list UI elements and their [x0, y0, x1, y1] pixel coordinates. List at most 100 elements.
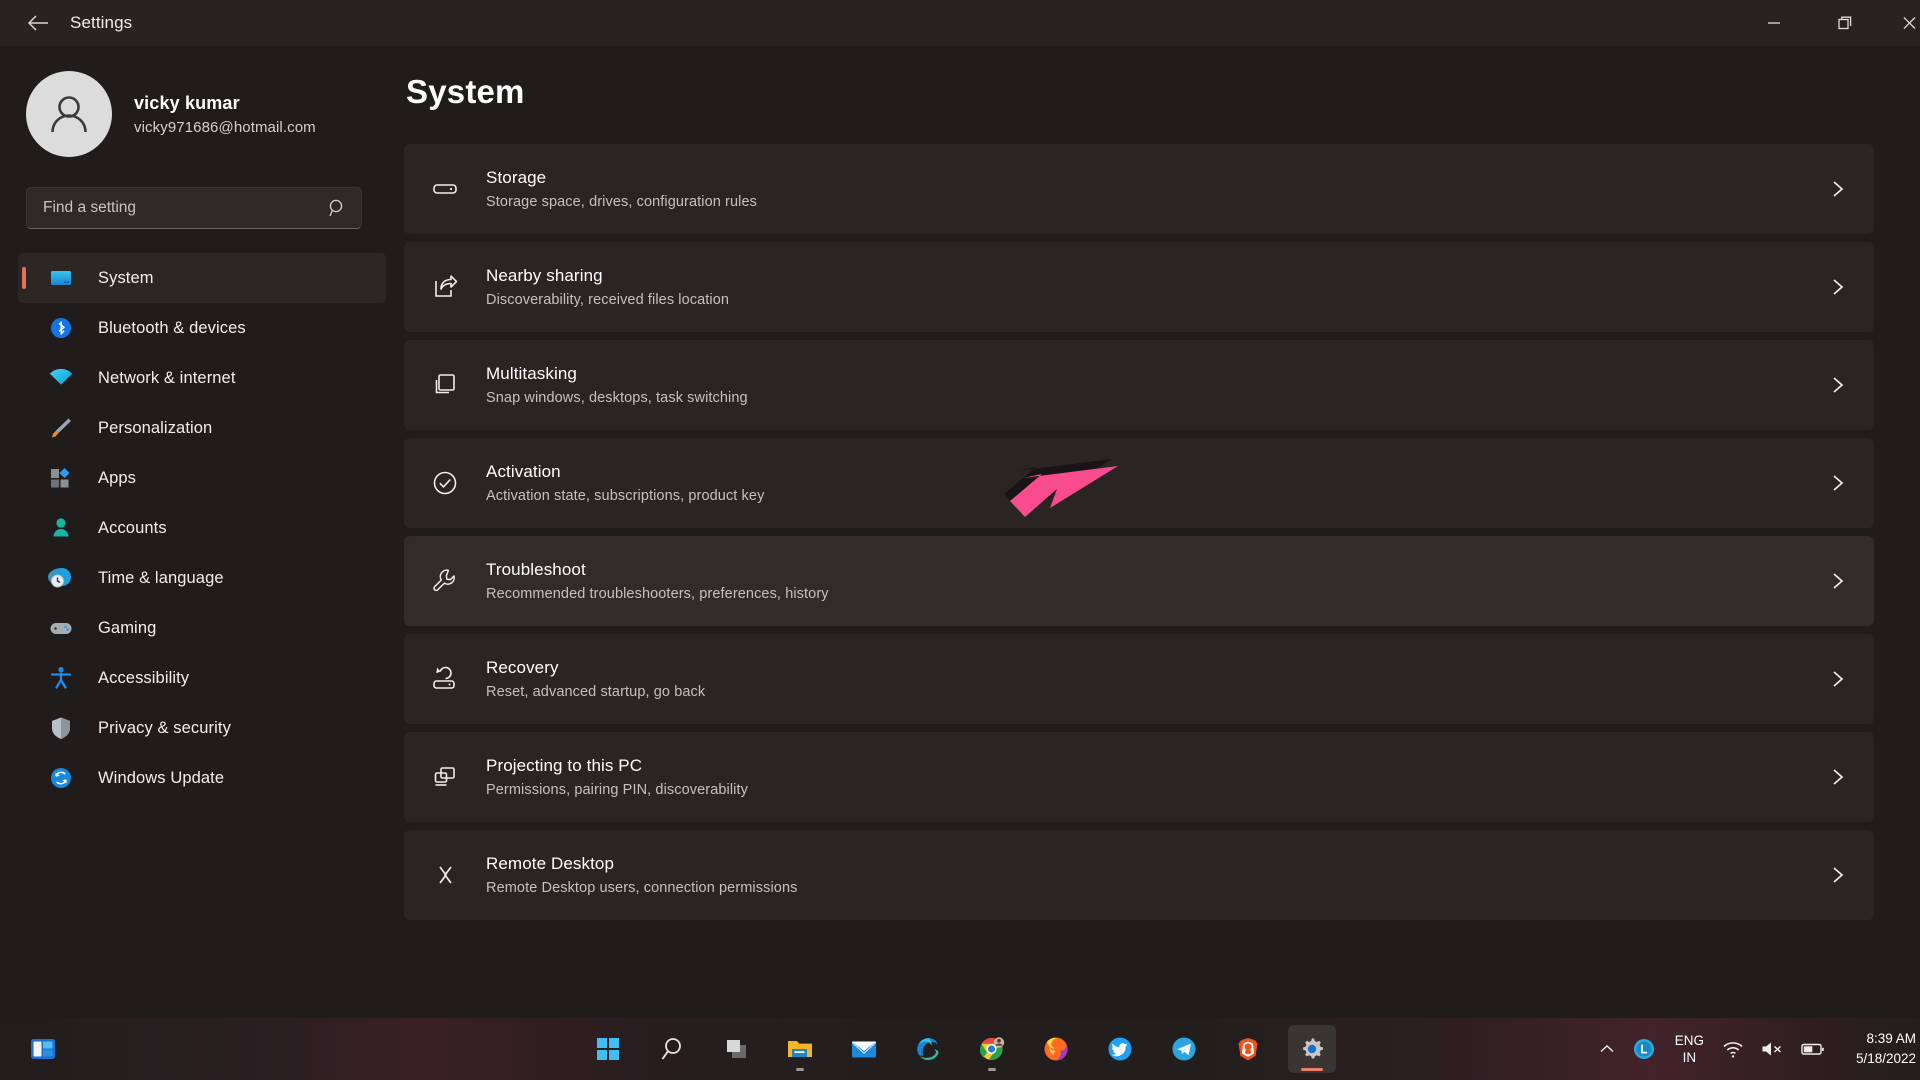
firefox-button[interactable] [1032, 1025, 1080, 1073]
start-icon [597, 1038, 619, 1060]
running-indicator [796, 1068, 804, 1071]
sidebar-item-accessibility[interactable]: Accessibility [18, 653, 386, 703]
search-box[interactable] [26, 187, 362, 229]
page-title: System [406, 73, 525, 110]
recovery-icon [422, 664, 468, 694]
settings-row-remote-desktop[interactable]: Remote Desktop Remote Desktop users, con… [404, 830, 1874, 920]
settings-row-projecting-to-this-pc[interactable]: Projecting to this PC Permissions, pairi… [404, 732, 1874, 822]
avatar [26, 71, 112, 157]
sidebar-item-network-internet[interactable]: Network & internet [18, 353, 386, 403]
close-button[interactable] [1882, 0, 1920, 46]
sidebar-item-bluetooth-devices[interactable]: Bluetooth & devices [18, 303, 386, 353]
taskbar-apps [584, 1018, 1336, 1080]
sidebar-item-gaming[interactable]: Gaming [18, 603, 386, 653]
sidebar-item-personalization[interactable]: Personalization [18, 403, 386, 453]
system-tray: ENG IN 8:39 AM 5/18/2022 [1591, 1018, 1920, 1080]
remote-desktop-icon [422, 860, 468, 890]
back-arrow-icon [27, 15, 48, 31]
mail-icon [852, 1041, 876, 1058]
sidebar-item-time-language[interactable]: Time & language [18, 553, 386, 603]
settings-row-activation[interactable]: Activation Activation state, subscriptio… [404, 438, 1874, 528]
wifi-icon [44, 365, 78, 391]
sidebar: vicky kumar vicky971686@hotmail.com Find… [0, 46, 404, 1028]
shield-icon [44, 715, 78, 741]
sidebar-item-label: Bluetooth & devices [98, 318, 246, 337]
volume-button[interactable] [1752, 1026, 1792, 1072]
clock[interactable]: 8:39 AM 5/18/2022 [1834, 1029, 1916, 1069]
twitter-button[interactable] [1096, 1025, 1144, 1073]
network-button[interactable] [1714, 1026, 1752, 1072]
minimize-button[interactable] [1738, 0, 1810, 46]
settings-row-title: Multitasking [486, 364, 577, 383]
sidebar-item-privacy-security[interactable]: Privacy & security [18, 703, 386, 753]
sidebar-item-windows-update[interactable]: Windows Update [18, 753, 386, 803]
bluetooth-icon [44, 315, 78, 341]
chevron-right-icon [1831, 669, 1846, 689]
chevron-right-icon [1831, 571, 1846, 591]
settings-button[interactable] [1288, 1025, 1336, 1073]
settings-window: Settings vicky kumar vicky971686@hotmail… [0, 0, 1920, 1080]
chevron-right-icon [1831, 277, 1846, 297]
task-view-icon [727, 1040, 746, 1058]
start-button[interactable] [584, 1025, 632, 1073]
running-indicator [988, 1068, 996, 1071]
window-controls [1738, 0, 1920, 46]
sidebar-item-label: Time & language [98, 568, 224, 587]
person-icon [44, 515, 78, 541]
chevron-right-icon [1831, 179, 1846, 199]
chevron-right-icon [1831, 375, 1846, 395]
sidebar-item-accounts[interactable]: Accounts [18, 503, 386, 553]
mail-button[interactable] [840, 1025, 888, 1073]
telegram-icon [1172, 1037, 1196, 1061]
sidebar-item-label: Windows Update [98, 768, 225, 787]
apps-icon [44, 465, 78, 491]
settings-row-recovery[interactable]: Recovery Reset, advanced startup, go bac… [404, 634, 1874, 724]
settings-row-text: Recovery Reset, advanced startup, go bac… [486, 658, 705, 700]
settings-row-troubleshoot[interactable]: Troubleshoot Recommended troubleshooters… [404, 536, 1874, 626]
settings-row-text: Projecting to this PC Permissions, pairi… [486, 756, 748, 798]
sidebar-item-label: Gaming [98, 618, 157, 637]
settings-row-multitasking[interactable]: Multitasking Snap windows, desktops, tas… [404, 340, 1874, 430]
sidebar-item-system[interactable]: System [18, 253, 386, 303]
main-header: System [404, 46, 1920, 112]
main-content: Storage Storage space, drives, configura… [404, 46, 1920, 1028]
battery-button[interactable] [1792, 1026, 1834, 1072]
account-name: vicky kumar [134, 92, 240, 113]
language-indicator[interactable]: ENG IN [1665, 1032, 1714, 1066]
task-view-button[interactable] [712, 1025, 760, 1073]
maximize-button[interactable] [1810, 0, 1882, 46]
settings-row-text: Nearby sharing Discoverability, received… [486, 266, 729, 308]
search-input[interactable] [27, 199, 307, 217]
share-icon [422, 272, 468, 302]
settings-row-nearby-sharing[interactable]: Nearby sharing Discoverability, received… [404, 242, 1874, 332]
chevron-right-icon [1831, 865, 1846, 885]
settings-row-storage[interactable]: Storage Storage space, drives, configura… [404, 144, 1874, 234]
clock-globe-icon [44, 565, 78, 591]
account-text: vicky kumar vicky971686@hotmail.com [134, 93, 316, 136]
settings-icon [1303, 1038, 1323, 1059]
wifi-icon [1723, 1042, 1743, 1058]
settings-row-title: Activation [486, 462, 561, 481]
chrome-button[interactable] [968, 1025, 1016, 1073]
accessibility-icon [44, 665, 78, 691]
file-explorer-button[interactable] [776, 1025, 824, 1073]
twitter-icon [1108, 1037, 1132, 1061]
edge-button[interactable] [904, 1025, 952, 1073]
settings-list: Storage Storage space, drives, configura… [404, 46, 1920, 928]
widgets-button[interactable] [22, 1028, 64, 1070]
gamepad-icon [44, 615, 78, 641]
tray-overflow-button[interactable] [1591, 1026, 1623, 1072]
telegram-button[interactable] [1160, 1025, 1208, 1073]
window-title: Settings [70, 13, 133, 32]
settings-row-text: Remote Desktop Remote Desktop users, con… [486, 854, 797, 896]
account-card[interactable]: vicky kumar vicky971686@hotmail.com [26, 71, 404, 157]
tray-app-icon-button[interactable] [1623, 1026, 1665, 1072]
drive-icon [422, 174, 468, 204]
multitasking-icon [422, 370, 468, 400]
brave-button[interactable] [1224, 1025, 1272, 1073]
search-icon [328, 199, 347, 218]
search-button[interactable] [648, 1025, 696, 1073]
settings-row-subtitle: Reset, advanced startup, go back [486, 684, 706, 700]
sidebar-item-apps[interactable]: Apps [18, 453, 386, 503]
back-button[interactable] [16, 5, 60, 41]
